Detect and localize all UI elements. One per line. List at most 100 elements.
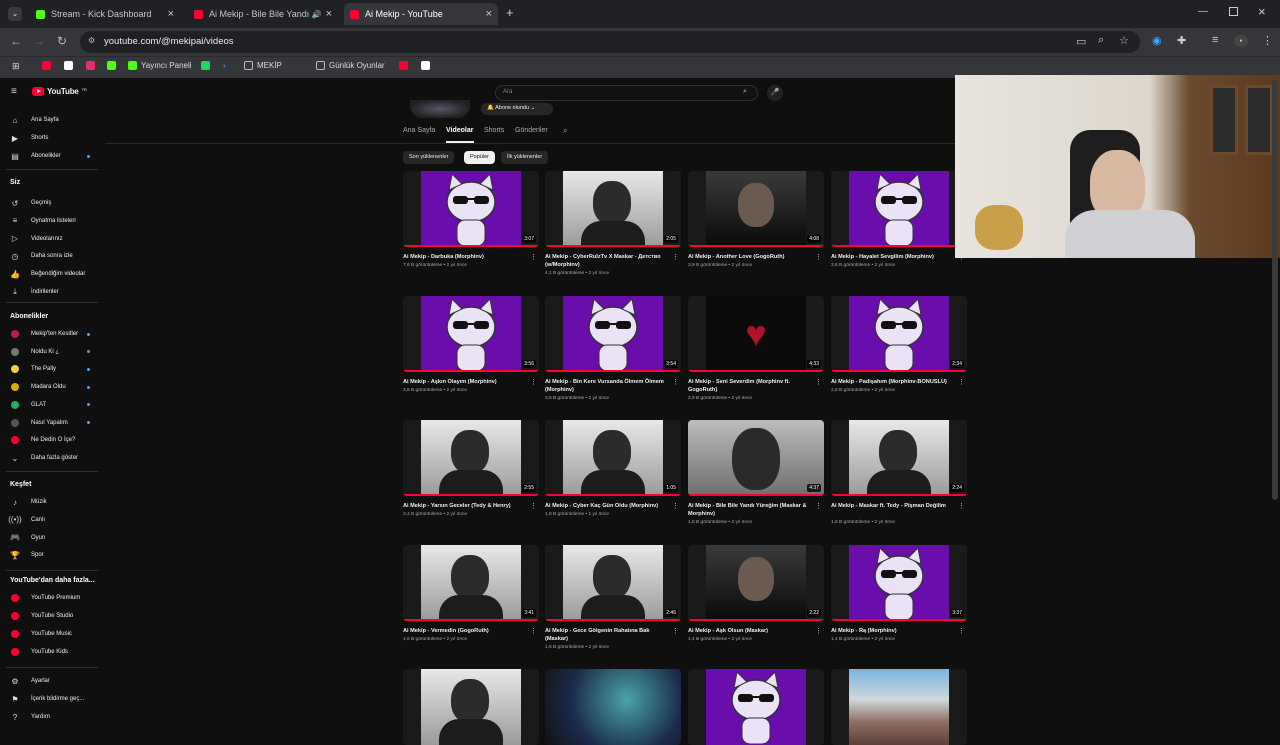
search-input[interactable]: Ara: [495, 85, 758, 101]
sidebar-item[interactable]: ⌄ Daha fazla göster: [0, 451, 100, 465]
chip-latest[interactable]: Son yüklenenler: [403, 151, 455, 164]
video-title[interactable]: Ai Mekip - Padişahım (Morphinv-BONUSLU): [831, 378, 959, 386]
bookmark-arrow[interactable]: ›: [223, 61, 226, 70]
channel-avatar[interactable]: [410, 100, 470, 118]
subscribe-button[interactable]: 🔔 Abone olundu ⌄: [481, 103, 553, 115]
sidebar-header-explore[interactable]: Keşfet: [10, 481, 31, 488]
sidebar-item[interactable]: Noldu Ki ¿: [0, 345, 100, 359]
tab-shorts[interactable]: Shorts: [484, 127, 504, 134]
video-thumbnail[interactable]: 3:56: [403, 296, 539, 372]
bookmark-x[interactable]: [64, 61, 73, 70]
video-thumbnail[interactable]: 3:54: [545, 296, 681, 372]
more-actions-icon[interactable]: ⋮: [530, 627, 537, 635]
browser-tab[interactable]: Ai Mekip - Bile Bile Yandı Y 🔊 ×: [188, 3, 338, 25]
site-info-icon[interactable]: ⚙: [88, 36, 95, 45]
more-actions-icon[interactable]: ⋮: [530, 378, 537, 386]
cast-icon[interactable]: ▭: [1076, 35, 1086, 48]
video-title[interactable]: Ai Mekip - Gece Gölgenin Rahatına Bak (M…: [545, 627, 673, 643]
sidebar-item[interactable]: 🏆 Spor: [0, 548, 100, 562]
back-icon[interactable]: ←: [10, 34, 22, 48]
profile-avatar[interactable]: ●: [1234, 35, 1248, 47]
bookmark-kick[interactable]: [107, 61, 116, 70]
sidebar-item[interactable]: YouTube Music: [0, 627, 100, 641]
video-thumbnail[interactable]: 2:34: [831, 296, 967, 372]
video-title[interactable]: Ai Mekip - Cyber Kaç Gün Oldu (Morphinv): [545, 502, 673, 510]
video-thumbnail[interactable]: ♥ 4:33: [688, 296, 824, 372]
sidebar-item[interactable]: ⤓ İndirilenler: [0, 285, 100, 299]
video-thumbnail[interactable]: 3:37: [831, 545, 967, 621]
sidebar-item[interactable]: 👍 Beğendiğim videolar: [0, 267, 100, 281]
bookmark-spotify[interactable]: [201, 61, 210, 70]
video-title[interactable]: Ai Mekip - Aşk Olsun (Maskar): [688, 627, 816, 635]
video-thumbnail[interactable]: 2:05: [545, 171, 681, 247]
sidebar-item[interactable]: ≡ Oynatma listeleri: [0, 214, 100, 228]
sidebar-item[interactable]: Madara Oldu: [0, 380, 100, 394]
sidebar-item[interactable]: ⌂ Ana Sayfa: [0, 113, 100, 127]
reading-list-icon[interactable]: ≡: [1212, 34, 1218, 46]
forward-icon[interactable]: →: [33, 34, 45, 48]
chip-oldest[interactable]: İlk yüklenenler: [501, 151, 549, 164]
sidebar-item[interactable]: Ne Dedin O İçe?: [0, 433, 100, 447]
extension-icon[interactable]: ◉: [1152, 34, 1162, 47]
video-thumbnail[interactable]: [688, 669, 824, 745]
sidebar-header-subscriptions[interactable]: Abonelikler: [10, 313, 48, 320]
video-title[interactable]: Ai Mekip - Another Love (GogoRuth): [688, 253, 816, 261]
sidebar-item[interactable]: GLAT: [0, 398, 100, 412]
sidebar-item[interactable]: YouTube Kids: [0, 645, 100, 659]
close-window-icon[interactable]: ×: [1258, 4, 1266, 19]
search-icon[interactable]: ⌕: [733, 86, 757, 100]
sidebar-item[interactable]: ▶ Shorts: [0, 131, 100, 145]
video-thumbnail[interactable]: [403, 669, 539, 745]
more-actions-icon[interactable]: ⋮: [530, 502, 537, 510]
video-thumbnail[interactable]: 2:55: [403, 420, 539, 496]
tab-videos[interactable]: Videolar: [446, 127, 474, 134]
video-title[interactable]: Ai Mekip - Hayalet Sevgilim (Morphinv): [831, 253, 959, 261]
video-thumbnail[interactable]: 3:41: [403, 545, 539, 621]
channel-search-icon[interactable]: ⌕: [563, 126, 567, 136]
video-title[interactable]: Ai Mekip - Maskar ft. Tedy - Pişman Deği…: [831, 502, 959, 510]
video-thumbnail[interactable]: [831, 171, 967, 247]
sidebar-item[interactable]: Nasıl Yapalım: [0, 416, 100, 430]
tab-home[interactable]: Ana Sayfa: [403, 127, 435, 134]
more-actions-icon[interactable]: ⋮: [815, 502, 822, 510]
tab-posts[interactable]: Gönderiler: [515, 127, 548, 134]
sidebar-item[interactable]: ↺ Geçmiş: [0, 196, 100, 210]
sidebar-item[interactable]: ⚑ İçerik bildirme geç...: [0, 692, 100, 706]
more-actions-icon[interactable]: ⋮: [815, 627, 822, 635]
more-actions-icon[interactable]: ⋮: [672, 502, 679, 510]
bookmark-gunluk-oyunlar[interactable]: Günlük Oyunlar: [316, 61, 385, 70]
video-thumbnail[interactable]: [831, 669, 967, 745]
sidebar-item[interactable]: ▷ Videolarınız: [0, 232, 100, 246]
video-title[interactable]: Ai Mekip - Bin Kere Vursanda Ölmem Ölmem…: [545, 378, 673, 394]
sidebar-item[interactable]: Mekip'ten Kesitler: [0, 327, 100, 341]
video-title[interactable]: Ai Mekip - CyberRulzTv X Maskar - Детств…: [545, 253, 673, 269]
more-actions-icon[interactable]: ⋮: [958, 378, 965, 386]
close-tab-icon[interactable]: ×: [168, 8, 174, 20]
video-thumbnail[interactable]: 1:05: [545, 420, 681, 496]
more-actions-icon[interactable]: ⋮: [815, 378, 822, 386]
video-thumbnail[interactable]: 3:07: [403, 171, 539, 247]
more-actions-icon[interactable]: ⋮: [815, 253, 822, 261]
bookmark-mekip[interactable]: MEKİP: [244, 61, 282, 70]
sidebar-item[interactable]: ▤ Abonelikler: [0, 149, 100, 163]
chip-popular[interactable]: Popüler: [464, 151, 495, 164]
more-actions-icon[interactable]: ⋮: [672, 253, 679, 261]
sidebar-item[interactable]: ◷ Daha sonra izle: [0, 249, 100, 263]
restore-icon[interactable]: [1229, 7, 1238, 16]
bookmark-youtube-2[interactable]: [399, 61, 408, 70]
close-tab-icon[interactable]: ×: [486, 8, 492, 20]
sidebar-item[interactable]: ? Yardım: [0, 710, 100, 724]
audio-playing-icon[interactable]: 🔊: [312, 10, 322, 19]
more-actions-icon[interactable]: ⋮: [672, 378, 679, 386]
video-title[interactable]: Ai Mekip - Aşkın Olayım (Morphinv): [403, 378, 531, 386]
sidebar-header-you[interactable]: Siz: [10, 179, 20, 186]
zoom-icon[interactable]: ⌕: [1098, 34, 1104, 47]
page-scrollbar[interactable]: [1272, 80, 1278, 500]
video-title[interactable]: Ai Mekip - Vermedin (GogoRuth): [403, 627, 531, 635]
video-thumbnail[interactable]: 2:22: [688, 545, 824, 621]
sidebar-item[interactable]: YouTube Premium: [0, 591, 100, 605]
video-thumbnail[interactable]: 4:08: [688, 171, 824, 247]
video-thumbnail[interactable]: 2:24: [831, 420, 967, 496]
browser-menu-icon[interactable]: ⋮: [1262, 34, 1273, 47]
browser-tab-active[interactable]: Ai Mekip - YouTube ×: [344, 3, 498, 25]
